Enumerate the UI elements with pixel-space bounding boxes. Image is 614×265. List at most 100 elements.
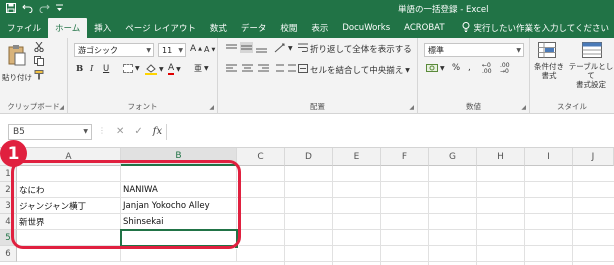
font-size-value: 11 [162, 45, 173, 55]
tab-page-layout[interactable]: ページ レイアウト [118, 18, 203, 38]
ribbon-home: 貼り付け クリップボード ◢ 游ゴシック ▼ 11 ▼ A ▲ A ▼ B I U ▼ … [0, 38, 614, 114]
number-launcher-icon[interactable]: ◢ [521, 104, 526, 111]
wrap-text-label: 折り返して全体を表示する [310, 45, 412, 55]
alignment-group: ▼ 折り返して全体を表示する セルを結合して中央揃え ▼ 配置 ◢ [218, 38, 418, 114]
cancel-icon[interactable]: ✕ [116, 126, 124, 137]
name-box[interactable]: B5 ▼ [8, 124, 92, 140]
font-group: 游ゴシック ▼ 11 ▼ A ▲ A ▼ B I U ▼ ▼ A ▼ 亜 ▼ フォント ◢ [68, 38, 218, 114]
alignment-launcher-icon[interactable]: ◢ [409, 104, 414, 111]
font-name-value: 游ゴシック [78, 45, 118, 55]
tab-view[interactable]: 表示 [304, 18, 335, 38]
number-group-label: 数値 [466, 102, 481, 111]
formula-bar: B5 ▼ ⋮ ✕ ✓ fx [0, 114, 614, 148]
align-bottom-icon[interactable] [256, 44, 267, 53]
format-painter-icon[interactable] [34, 70, 44, 80]
bold-button[interactable]: B [76, 64, 83, 74]
conditional-format-button[interactable]: 条件付き 書式 [532, 62, 566, 80]
decrease-font-icon[interactable]: A ▼ [204, 45, 215, 54]
chevron-down-icon: ▼ [146, 46, 151, 54]
clipboard-group: 貼り付け クリップボード ◢ [0, 38, 68, 114]
row-header[interactable]: 6 [0, 246, 17, 262]
percent-button[interactable]: % [452, 63, 460, 73]
column-header[interactable]: C [237, 148, 285, 166]
orientation-icon[interactable]: ▼ [274, 43, 293, 53]
font-group-label: フォント [127, 102, 158, 111]
title-bar: 単語の一括登録 - Excel [0, 0, 614, 18]
format-as-table-button[interactable]: テーブルとして 書式設定 [568, 62, 614, 89]
wrap-text-button[interactable]: 折り返して全体を表示する [298, 43, 412, 55]
increase-decimal-icon[interactable]: ←0.00 [482, 63, 492, 75]
paste-icon[interactable] [8, 44, 26, 69]
align-right-icon[interactable] [258, 64, 269, 73]
wrap-text-icon [298, 43, 309, 55]
cut-icon[interactable] [34, 42, 44, 52]
merge-icon [298, 64, 308, 76]
step-badge: 1 [0, 140, 27, 167]
tab-home[interactable]: ホーム [48, 18, 88, 38]
number-group: 標準 ▼ ▼ % , ←0.00 .00 →0 数値 ◢ [418, 38, 530, 114]
tab-review[interactable]: 校閲 [273, 18, 304, 38]
decrease-decimal-icon[interactable]: .00 →0 [500, 63, 510, 75]
lightbulb-icon [462, 21, 470, 35]
underline-button[interactable]: U [103, 64, 109, 74]
chevron-down-icon: ▼ [178, 46, 183, 54]
name-box-value: B5 [13, 127, 25, 137]
styles-group: 条件付き 書式 テーブルとして 書式設定 スタイル [530, 38, 614, 114]
align-left-icon[interactable] [226, 64, 237, 73]
merge-center-label: セルを結合して中央揃え [310, 66, 404, 76]
align-center-icon[interactable] [242, 64, 253, 73]
font-name-select[interactable]: 游ゴシック ▼ [74, 43, 154, 57]
conditional-format-icon [538, 42, 556, 61]
highlight-box [11, 160, 241, 249]
merge-center-button[interactable]: セルを結合して中央揃え ▼ [298, 64, 410, 76]
tell-me-label: 実行したい作業を入力してください [473, 24, 610, 34]
chevron-down-icon: ▼ [83, 128, 88, 135]
tab-data[interactable]: データ [234, 18, 274, 38]
align-top-icon[interactable] [226, 44, 237, 53]
indent-icon[interactable] [276, 64, 296, 73]
number-format-select[interactable]: 標準 ▼ [424, 43, 524, 57]
column-header[interactable]: E [333, 148, 381, 166]
phonetic-icon[interactable]: 亜 ▼ [194, 63, 209, 74]
border-icon[interactable]: ▼ [123, 64, 140, 73]
chevron-down-icon: ▼ [516, 46, 521, 54]
save-icon[interactable] [6, 2, 16, 16]
column-header[interactable]: F [381, 148, 429, 166]
align-middle-icon[interactable] [240, 42, 253, 53]
customize-icon[interactable] [56, 4, 63, 15]
insert-function-icon[interactable]: fx [153, 126, 162, 137]
increase-font-icon[interactable]: A ▲ [190, 44, 202, 54]
undo-icon[interactable] [22, 3, 33, 16]
clipboard-launcher-icon[interactable]: ◢ [59, 104, 64, 111]
fill-color-icon[interactable]: ▼ [145, 63, 164, 75]
column-header[interactable]: J [573, 148, 614, 166]
paste-button[interactable]: 貼り付け [2, 72, 32, 83]
column-header[interactable]: G [429, 148, 477, 166]
tab-acrobat[interactable]: ACROBAT [397, 18, 451, 38]
column-header[interactable]: I [525, 148, 573, 166]
redo-icon[interactable] [39, 3, 50, 16]
tell-me-box[interactable]: 実行したい作業を入力してください [452, 18, 614, 38]
quick-access-toolbar [0, 2, 63, 16]
tab-formulas[interactable]: 数式 [203, 18, 234, 38]
formula-input[interactable] [166, 124, 612, 140]
number-format-value: 標準 [428, 45, 444, 55]
column-header[interactable]: H [477, 148, 525, 166]
tab-docuworks[interactable]: DocuWorks [335, 18, 397, 38]
tab-insert[interactable]: 挿入 [87, 18, 118, 38]
font-size-select[interactable]: 11 ▼ [158, 43, 186, 57]
column-header[interactable]: D [285, 148, 333, 166]
tab-file[interactable]: ファイル [0, 18, 48, 38]
comma-button[interactable]: , [468, 63, 471, 73]
copy-icon[interactable] [34, 56, 44, 66]
formula-bar-buttons: ⋮ ✕ ✓ fx [98, 126, 162, 137]
currency-icon[interactable]: ▼ [426, 63, 445, 73]
enter-icon[interactable]: ✓ [134, 126, 142, 137]
ribbon-tabs: ファイル ホーム 挿入 ページ レイアウト 数式 データ 校閲 表示 DocuW… [0, 18, 614, 38]
font-color-icon[interactable]: A ▼ [168, 63, 181, 75]
italic-button[interactable]: I [90, 64, 93, 74]
styles-group-label: スタイル [557, 102, 587, 111]
empty-cells-area[interactable] [237, 166, 614, 265]
more-icon: ⋮ [98, 126, 106, 135]
font-launcher-icon[interactable]: ◢ [209, 104, 214, 111]
